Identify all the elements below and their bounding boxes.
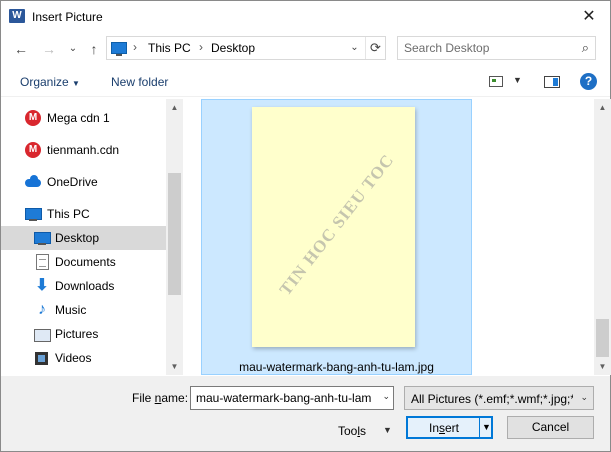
music-icon: ♪ <box>38 301 46 318</box>
breadcrumb-desktop[interactable]: Desktop <box>211 41 255 55</box>
nav-item-label: tienmanh.cdn <box>47 143 120 157</box>
word-app-icon: W <box>9 9 25 23</box>
chevron-down-icon[interactable]: ⌄ <box>382 391 390 402</box>
nav-item-label: Desktop <box>55 231 100 245</box>
watermark-text: TIN HOC SIEU TOC <box>275 150 398 299</box>
insert-button[interactable]: Insert ▼ <box>406 416 493 439</box>
file-item[interactable]: TIN HOC SIEU TOC mau-watermark-bang-anh-… <box>201 99 472 375</box>
command-toolbar: Organize ▼ New folder ▼ ? <box>1 67 610 97</box>
downloads-icon: ⬇ <box>35 277 49 294</box>
breadcrumb-separator: › <box>199 40 203 54</box>
file-list: TIN HOC SIEU TOC mau-watermark-bang-anh-… <box>184 99 594 375</box>
scrollbar-thumb[interactable] <box>168 173 181 295</box>
back-button[interactable]: ← <box>11 38 31 60</box>
nav-item-label: Mega cdn 1 <box>47 111 110 125</box>
tools-label: Tools <box>338 424 367 438</box>
address-dropdown-button[interactable]: ⌄ <box>343 37 365 59</box>
documents-icon <box>36 254 49 270</box>
nav-item-downloads[interactable]: ⬇ Downloads <box>1 274 166 298</box>
file-name-input[interactable] <box>196 390 376 406</box>
new-folder-button[interactable]: New folder <box>111 75 168 89</box>
videos-icon <box>34 350 50 366</box>
scroll-up-icon[interactable]: ▲ <box>594 99 611 116</box>
tools-button[interactable]: Tools ▼ <box>331 420 397 442</box>
file-name-combobox: ⌄ <box>190 386 394 410</box>
nav-item-label: OneDrive <box>47 175 98 189</box>
file-name-label: mau-watermark-bang-anh-tu-lam.jpg <box>239 360 434 374</box>
insert-options-dropdown-icon[interactable]: ▼ <box>482 422 491 432</box>
title-bar: W Insert Picture ✕ <box>1 1 610 32</box>
organize-button[interactable]: Organize ▼ <box>20 75 80 89</box>
scrollbar-thumb[interactable] <box>596 319 609 357</box>
chevron-down-icon: ▼ <box>72 79 80 88</box>
desktop-icon <box>34 230 51 246</box>
search-box: ⌕ <box>397 36 596 60</box>
file-type-filter-select[interactable]: All Pictures (*.emf;*.wmf;*.jpg;* ⌄ <box>404 386 594 410</box>
mega-icon: M <box>25 142 41 158</box>
this-pc-icon <box>25 206 42 222</box>
window-title: Insert Picture <box>32 10 103 24</box>
search-icon[interactable]: ⌕ <box>582 40 589 56</box>
nav-item-label: Videos <box>55 351 92 365</box>
mega-icon: M <box>25 110 41 126</box>
insert-label: Insert <box>428 421 460 435</box>
nav-item-this-pc[interactable]: This PC <box>1 202 166 226</box>
organize-label: Organize <box>20 75 69 89</box>
file-type-filter-value: All Pictures (*.emf;*.wmf;*.jpg;* <box>411 392 573 406</box>
help-icon[interactable]: ? <box>580 73 597 90</box>
chevron-down-icon: ▼ <box>383 425 392 435</box>
insert-picture-dialog: W Insert Picture ✕ ← → ⌄ ↑ › This PC › D… <box>0 0 611 452</box>
nav-item-onedrive[interactable]: OneDrive <box>1 170 166 194</box>
breadcrumb-separator: › <box>133 40 137 54</box>
address-bar[interactable]: › This PC › Desktop ⌄ ⟳ <box>106 36 386 60</box>
up-button[interactable]: ↑ <box>84 38 104 60</box>
scroll-down-icon[interactable]: ▼ <box>594 358 611 375</box>
search-input[interactable] <box>404 40 574 56</box>
file-list-scrollbar[interactable]: ▲ ▼ <box>594 99 611 375</box>
image-thumbnail: TIN HOC SIEU TOC <box>252 107 415 347</box>
this-pc-icon <box>111 42 127 56</box>
chevron-down-icon: ⌄ <box>580 392 588 402</box>
forward-arrow-icon: → <box>42 41 56 57</box>
recent-locations-button[interactable]: ⌄ <box>63 38 83 60</box>
scroll-down-icon[interactable]: ▼ <box>166 358 183 375</box>
navigation-pane: M Mega cdn 1 M tienmanh.cdn OneDrive Thi… <box>1 99 183 375</box>
nav-item-label: This PC <box>47 207 90 221</box>
nav-item-music[interactable]: ♪ Music <box>1 298 166 322</box>
up-arrow-icon: ↑ <box>90 41 98 57</box>
nav-item-documents[interactable]: Documents <box>1 250 166 274</box>
back-arrow-icon: ← <box>14 41 28 57</box>
cancel-button[interactable]: Cancel <box>507 416 594 439</box>
pictures-icon <box>34 326 51 342</box>
chevron-down-icon: ⌄ <box>350 42 359 53</box>
nav-item-label: Music <box>55 303 87 317</box>
chevron-down-icon: ⌄ <box>68 43 78 54</box>
nav-item-pictures[interactable]: Pictures <box>1 322 166 346</box>
nav-item-mega-cdn-1[interactable]: M Mega cdn 1 <box>1 106 166 130</box>
insert-split-divider <box>479 418 480 437</box>
nav-item-label: Pictures <box>55 327 99 341</box>
nav-item-label: Downloads <box>55 279 115 293</box>
nav-item-videos[interactable]: Videos <box>1 346 166 370</box>
close-button[interactable]: ✕ <box>578 6 600 28</box>
nav-item-label: Documents <box>55 255 116 269</box>
onedrive-icon <box>25 174 41 190</box>
nav-item-desktop[interactable]: Desktop <box>1 226 166 250</box>
view-options-dropdown[interactable]: ▼ <box>513 75 522 85</box>
refresh-icon: ⟳ <box>370 40 381 55</box>
nav-item-tienmanh-cdn[interactable]: M tienmanh.cdn <box>1 138 166 162</box>
address-row: ← → ⌄ ↑ › This PC › Desktop ⌄ ⟳ ⌕ <box>1 34 610 64</box>
change-view-icon[interactable] <box>489 76 503 87</box>
dialog-footer: File name: ⌄ All Pictures (*.emf;*.wmf;*… <box>1 376 610 451</box>
breadcrumb-this-pc[interactable]: This PC <box>148 41 191 55</box>
scroll-up-icon[interactable]: ▲ <box>166 99 183 116</box>
navigation-scrollbar[interactable]: ▲ ▼ <box>166 99 183 375</box>
forward-button[interactable]: → <box>39 38 59 60</box>
preview-pane-icon[interactable] <box>544 76 560 88</box>
refresh-button[interactable]: ⟳ <box>365 37 385 59</box>
file-name-label: File name: <box>132 391 189 405</box>
